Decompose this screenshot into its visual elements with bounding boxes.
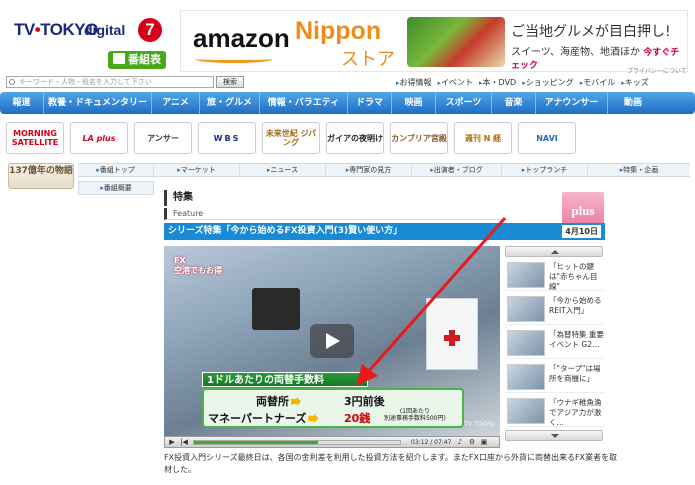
related-videos: 「ヒットの鍵は"赤ちゃん目線" 「今から始めるREIT入門」 「為替特集 重要イ… (505, 246, 605, 441)
nav-anime[interactable]: アニメ (152, 92, 200, 114)
nav-video[interactable]: 動画 (608, 92, 658, 114)
program-la-plus[interactable]: LA plus (70, 122, 128, 154)
list-item[interactable]: 「為替特集 重要イベント G2… (505, 328, 605, 359)
article-date: 4月10日 (562, 225, 601, 238)
video-controls: ▶ |◀ 03:12 / 07:47 ♪ ⚙ ▣ (164, 436, 500, 448)
tv-tokyo-logo[interactable]: TV•TOKYO digital 7 番組表 (10, 14, 166, 70)
program-cambria[interactable]: カンブリア宮殿 (390, 122, 448, 154)
nippon-title: Nippon (295, 17, 382, 45)
caption-row2-label: マネーパートナーズ (208, 410, 320, 426)
thumbnail (507, 296, 545, 322)
seek-bar[interactable] (193, 440, 401, 445)
thumbnail (507, 398, 545, 424)
volume-icon[interactable]: ♪ (455, 438, 465, 447)
amazon-smile-icon (195, 55, 273, 63)
settings-icon[interactable]: ⚙ (467, 438, 477, 447)
program-answer[interactable]: アンサー (134, 122, 192, 154)
nav-sports[interactable]: スポーツ (436, 92, 492, 114)
list-item[interactable]: 「ウナギ稚魚漁でアジア力が激く… (505, 396, 605, 427)
caption-row1-label: 両替所 (256, 393, 303, 409)
article-title: シリーズ特集「今から始めるFX投資入門(3)賢い使い方」 (168, 226, 403, 236)
nav-documentary[interactable]: 教養・ドキュメンタリー (44, 92, 152, 114)
rewind-icon[interactable]: |◀ (179, 438, 189, 447)
arrow-right-icon (308, 414, 319, 423)
play-icon[interactable] (310, 324, 354, 358)
search-row: キーワード・人物・役名を入力して下さい 検索 お得情報 イベント 本・DVD シ… (0, 76, 695, 90)
program-wbs[interactable]: WBS (198, 122, 256, 154)
nav-music[interactable]: 音楽 (492, 92, 536, 114)
sub-nav: 番組トップ マーケット ニュース 専門家の見方 出演者・ブログ トップランチ 特… (78, 163, 690, 177)
subnav-overview[interactable]: 番組概要 (78, 181, 154, 195)
arrow-right-icon (291, 397, 301, 406)
caption-row2-value: 20銭 (344, 412, 371, 425)
article-title-bar: シリーズ特集「今から始めるFX投資入門(3)賢い使い方」 4月10日 (164, 223, 605, 240)
privacy-link[interactable]: プライバシーについて (627, 66, 687, 75)
main-nav: 報道 教養・ドキュメンタリー アニメ 旅・グルメ 情報・バラエティ ドラマ 映画… (0, 92, 695, 114)
caption-row1-value: 3円前後 (344, 395, 385, 408)
toplink-deals[interactable]: お得情報 (396, 77, 432, 88)
video-fx-label: FX 空港でもお得 (174, 256, 222, 275)
search-input[interactable]: キーワード・人物・役名を入力して下さい (6, 76, 214, 88)
thumbnail (507, 262, 545, 288)
article-description: FX投資入門シリーズ最終日は、各国の金利差を利用した投資方法を紹介します。またF… (164, 453, 618, 474)
bangumi-button[interactable]: 番組表 (108, 51, 166, 69)
timecode: 03:12 / 07:47 (411, 439, 452, 446)
nav-travel[interactable]: 旅・グルメ (200, 92, 260, 114)
thumbnail (507, 330, 545, 356)
video-watermark: TV TOKYO (464, 421, 494, 428)
logo-seven: 7 (138, 18, 162, 42)
section-subtitle: Feature (164, 208, 509, 220)
list-item[interactable]: 「今から始めるREIT入門」 (505, 294, 605, 325)
video-tv-scene (252, 288, 300, 330)
nav-variety[interactable]: 情報・バラエティ (260, 92, 348, 114)
caption-title: 1ドルあたりの両替手数料 (202, 372, 368, 387)
scroll-up-button[interactable] (505, 246, 603, 257)
search-button[interactable]: 検索 (216, 76, 244, 88)
subnav-news[interactable]: ニュース (240, 164, 326, 176)
fullscreen-icon[interactable]: ▣ (479, 438, 489, 447)
anniversary-banner[interactable]: 137億年の物語 (8, 163, 74, 189)
list-item[interactable]: 「ヒットの鍵は"赤ちゃん目線" (505, 260, 605, 291)
red-cross-icon (444, 330, 460, 346)
toplink-events[interactable]: イベント (438, 77, 473, 88)
subnav-experts[interactable]: 専門家の見方 (326, 164, 412, 176)
nav-movie[interactable]: 映画 (392, 92, 436, 114)
play-pause-icon[interactable]: ▶ (167, 438, 177, 447)
program-logos: MORNING SATELLITE LA plus アンサー WBS 未来世紀 … (6, 122, 690, 156)
nav-news[interactable]: 報道 (0, 92, 44, 114)
top-links: お得情報 イベント 本・DVD ショッピング モバイル キッズ (396, 77, 649, 88)
scroll-down-button[interactable] (505, 430, 603, 441)
subnav-toplunch[interactable]: トップランチ (502, 164, 588, 176)
nav-drama[interactable]: ドラマ (348, 92, 392, 114)
program-weekly-nkei[interactable]: 週刊 N 経 (454, 122, 512, 154)
program-gaia[interactable]: ガイアの夜明け (326, 122, 384, 154)
banner-catch: ご当地グルメが目白押し! (511, 24, 671, 40)
amazon-banner[interactable]: amazon Nippon ストア ご当地グルメが目白押し! スイーツ、海産物、… (180, 10, 688, 72)
store-label: ストア (341, 49, 395, 70)
search-icon (9, 79, 15, 85)
subnav-market[interactable]: マーケット (154, 164, 240, 176)
subnav-top[interactable]: 番組トップ (78, 164, 154, 176)
caption-note: (1回あたり 別途事務手数料500円) (384, 408, 446, 422)
video-player[interactable]: FX 空港でもお得 1ドルあたりの両替手数料 両替所 3円前後 マネーパートナーズ… (164, 246, 500, 436)
toplink-books[interactable]: 本・DVD (479, 77, 517, 88)
thumbnail (507, 364, 545, 390)
nav-announcer[interactable]: アナウンサー (536, 92, 608, 114)
section-title: 特集 (164, 190, 509, 206)
subnav-feature[interactable]: 特集・企画 (588, 164, 690, 176)
toplink-mobile[interactable]: モバイル (580, 77, 615, 88)
logo-digital: digital (84, 22, 126, 38)
seek-progress (194, 441, 318, 444)
program-navi[interactable]: NAVI (518, 122, 576, 154)
toplink-kids[interactable]: キッズ (621, 77, 649, 88)
list-item[interactable]: 「"タープ"は場所を商機に」 (505, 362, 605, 393)
grid-icon (113, 53, 125, 64)
food-image (407, 17, 505, 67)
program-zipangu[interactable]: 未来世紀 ジパング (262, 122, 320, 154)
amazon-brand: amazon (193, 23, 290, 53)
caption-box: 両替所 3円前後 マネーパートナーズ 20銭 (1回あたり 別途事務手数料500円… (202, 388, 464, 428)
program-morning-satellite[interactable]: MORNING SATELLITE (6, 122, 64, 154)
toplink-shopping[interactable]: ショッピング (522, 77, 574, 88)
subnav-blog[interactable]: 出演者・ブログ (412, 164, 502, 176)
